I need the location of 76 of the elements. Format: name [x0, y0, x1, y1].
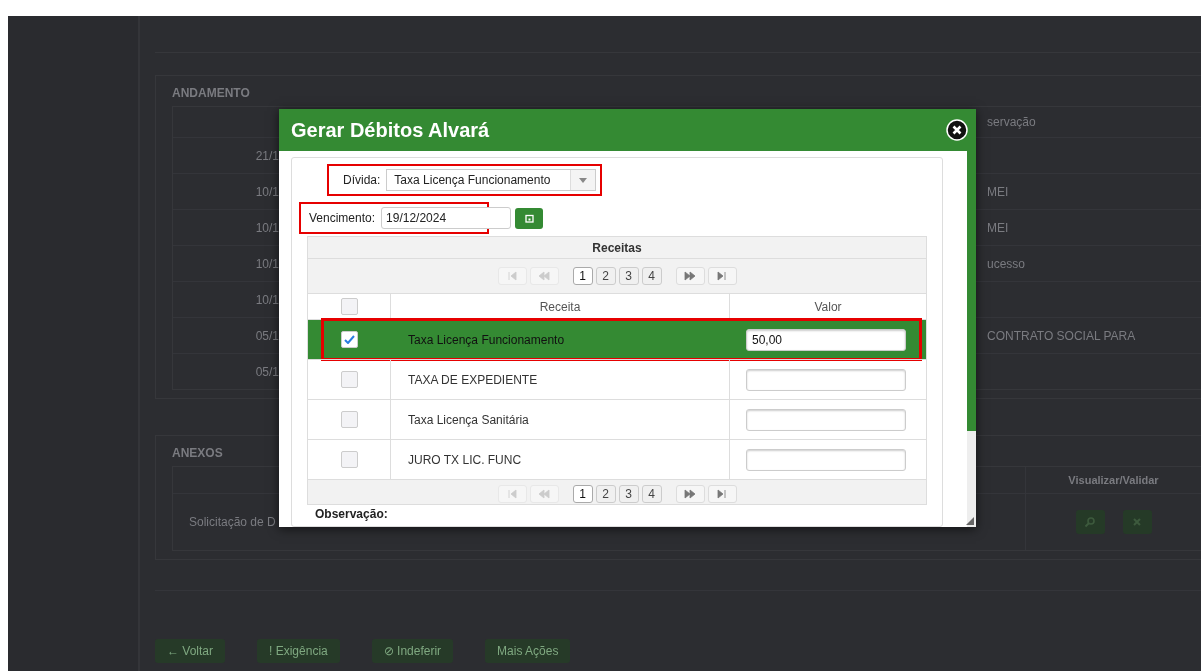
pager-nav-button[interactable] [675, 267, 705, 285]
date-field[interactable]: 19/12/2024 [381, 207, 512, 229]
close-icon [1132, 517, 1142, 527]
view-button[interactable] [1075, 510, 1105, 534]
table-cell: TAXA DE EXPEDIENTE [408, 372, 538, 387]
checkbox[interactable] [340, 411, 358, 428]
scrollbar-thumb[interactable] [967, 151, 976, 431]
table-cell: Taxa Licença Funcionamento [408, 332, 565, 347]
table-cell: 21/1 [255, 148, 279, 163]
page-button[interactable]: 1 [572, 485, 593, 503]
search-icon [1084, 516, 1096, 528]
grid-row[interactable]: TAXA DE EXPEDIENTE [308, 359, 926, 399]
checkbox[interactable] [340, 331, 358, 348]
table-cell: MEI [987, 220, 1009, 235]
pager-nav-button[interactable] [707, 485, 737, 503]
table-cell: 05/1 [255, 328, 279, 343]
page-button[interactable]: 2 [595, 485, 616, 503]
table-cell: ucesso [987, 256, 1026, 271]
value-field[interactable] [746, 408, 906, 431]
value-field[interactable] [746, 368, 906, 391]
dialog-title: Gerar Débitos Alvará [291, 118, 490, 142]
grid-caption: Receitas [308, 237, 926, 259]
pager-arrow-icon [716, 488, 728, 500]
pager-arrow-icon [684, 270, 696, 282]
pager-arrow-icon [716, 270, 728, 282]
close-button[interactable] [946, 119, 968, 141]
action-button[interactable]: Mais Ações [485, 639, 571, 663]
section-title: ANDAMENTO [172, 86, 250, 100]
checkbox[interactable] [340, 298, 358, 315]
table-cell: 10/1 [255, 256, 279, 271]
section-title: ANEXOS [172, 446, 223, 460]
close-icon [946, 119, 968, 141]
field-label: Vencimento: [309, 211, 376, 225]
action-button[interactable]: ⊘ Indeferir [371, 639, 454, 663]
column-header: Visualizar/Validar [1025, 467, 1201, 493]
resize-grip-icon [966, 517, 974, 525]
column-header: servação [986, 115, 1037, 129]
grid-row[interactable]: Taxa Licença Sanitária [308, 399, 926, 439]
dropdown-caret-icon [579, 177, 588, 183]
table-cell: MEI [987, 184, 1009, 199]
calendar-button[interactable] [515, 207, 544, 229]
table-cell: 05/1 [255, 364, 279, 379]
table-cell: 10/1 [255, 184, 279, 199]
page-button[interactable]: 3 [618, 267, 639, 285]
page-button[interactable]: 3 [618, 485, 639, 503]
table-cell: JURO TX LIC. FUNC [408, 452, 522, 467]
field-label: Observação: [314, 507, 389, 521]
page-button[interactable]: 4 [641, 267, 662, 285]
select-field[interactable]: Taxa Licença Funcionamento [386, 169, 597, 191]
pager-arrow-icon [538, 488, 550, 500]
calendar-icon [524, 213, 534, 223]
pager-arrow-icon [506, 270, 518, 282]
action-button[interactable]: ← Voltar [155, 639, 226, 663]
table-cell: Solicitação de D [189, 515, 276, 529]
grid-row[interactable]: Taxa Licença Funcionamento 50,00 [308, 319, 926, 359]
checkbox[interactable] [340, 371, 358, 388]
pager-nav-button[interactable] [675, 485, 705, 503]
page-button[interactable]: 2 [595, 267, 616, 285]
column-header: Valor [813, 298, 843, 316]
column-header: Receita [391, 294, 730, 319]
pager-arrow-icon [538, 270, 550, 282]
checkbox[interactable] [340, 451, 358, 468]
value-field[interactable]: 50,00 [746, 328, 906, 351]
page-button[interactable]: 4 [641, 485, 662, 503]
checkmark-icon [343, 335, 355, 344]
table-cell: Taxa Licença Sanitária [408, 412, 529, 427]
field-label: Dívida: [343, 173, 381, 187]
page-button[interactable]: 1 [572, 267, 593, 285]
pager-arrow-icon [684, 488, 696, 500]
pager-nav-button[interactable] [707, 267, 737, 285]
table-cell: 10/1 [255, 292, 279, 307]
table-cell: 10/1 [255, 220, 279, 235]
table-cell: CONTRATO SOCIAL PARA [987, 328, 1136, 343]
value-field[interactable] [746, 448, 906, 471]
pager-arrow-icon [506, 488, 518, 500]
action-button[interactable]: ! Exigência [257, 639, 340, 663]
